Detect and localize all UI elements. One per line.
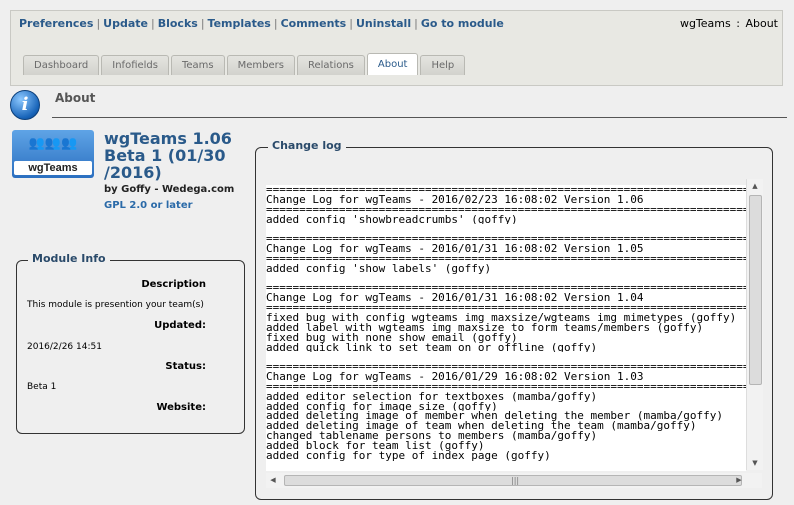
changelog-line: added config for type of index page (gof… [266,450,551,461]
status-value: Beta 1 [27,382,57,392]
website-label: Website: [156,402,206,413]
changelog-line: added config 'show labels' (goffy) [266,263,492,274]
changelog-textarea[interactable]: ========================================… [266,185,746,471]
changelog-line: added config 'showbreadcrumbs' (goffy) [266,214,518,225]
changelog-line: ========================================… [266,185,746,195]
scroll-left-icon[interactable]: ◀ [266,473,280,488]
changelog-line: fixed bug with config wgteams_img_maxsiz… [266,312,737,323]
changelog-line: ========================================… [266,234,746,245]
changelog-line [266,274,746,284]
changelog-line: ========================================… [266,381,746,392]
menu-link-blocks[interactable]: Blocks [158,17,198,30]
module-logo: 👥👥👥 wgTeams [12,130,94,178]
changelog-line [266,224,746,234]
module-license: GPL 2.0 or later [104,200,193,211]
link-separator: | [151,17,155,30]
changelog-line: added label with wgteams_img_maxsize to … [266,322,704,333]
changelog-line: changed tablename persons to members (ma… [266,431,598,441]
people-icon: 👥👥👥 [28,136,78,151]
status-label: Status: [165,361,206,372]
breadcrumb-separator: : [736,17,740,30]
module-author: by Goffy - Wedega.com [104,184,235,195]
description-label: Description [141,279,206,290]
changelog-legend: Change log [268,139,346,152]
menu-link-preferences[interactable]: Preferences [19,17,93,30]
admin-tabs: Dashboard Infofields Teams Members Relations… [23,53,467,77]
scroll-right-icon[interactable]: ▶ [732,473,746,488]
tab-dashboard[interactable]: Dashboard [23,55,100,75]
page-heading: i About [10,88,787,120]
scroll-down-icon[interactable]: ▼ [747,456,763,470]
breadcrumb: wgTeams : About [680,17,778,30]
changelog-line: ========================================… [266,283,746,294]
changelog-line: added editor selection for textboxes (ma… [266,391,598,402]
description-value: This module is presention your team(s) [27,300,204,310]
updated-value: 2016/2/26 14:51 [27,342,102,352]
horizontal-scroll-thumb[interactable]: ||| [284,475,742,486]
link-separator: | [96,17,101,30]
menu-link-go-to-module[interactable]: Go to module [421,17,504,30]
vertical-scroll-thumb[interactable] [749,195,762,385]
changelog-line: ========================================… [266,253,746,264]
scrollbar-corner [746,473,762,488]
module-title: wgTeams 1.06 Beta 1 (01/30 /2016) [104,129,232,182]
link-separator: | [273,17,278,30]
page-title: About [55,91,96,105]
menu-link-comments[interactable]: Comments [281,17,347,30]
vertical-scrollbar[interactable]: ▲ ▼ [746,179,763,470]
changelog-line: Change Log for wgTeams - 2016/02/23 16:0… [266,194,644,205]
changelog-line: added deleting image of member when dele… [266,411,723,422]
changelog-line [266,461,746,471]
menu-link-templates[interactable]: Templates [208,17,271,30]
tab-about[interactable]: About [366,53,419,75]
changelog-line: ========================================… [266,204,746,215]
updated-label: Updated: [154,320,206,331]
module-info-box: Module Info Description This module is p… [16,252,245,434]
changelog-line: ========================================… [266,362,746,373]
grip-icon: ||| [511,476,520,485]
tab-teams[interactable]: Teams [170,55,225,75]
changelog-line: Change Log for wgTeams - 2016/01/31 16:0… [266,244,644,254]
changelog-line: added quick link to set team on or offli… [266,342,598,353]
changelog-line [266,352,746,362]
breadcrumb-module: wgTeams [679,17,731,30]
changelog-line: Change Log for wgTeams - 2016/01/29 16:0… [266,372,644,382]
changelog-line: Change Log for wgTeams - 2016/01/31 16:0… [266,293,644,304]
tab-help[interactable]: Help [420,55,466,75]
tab-infofields[interactable]: Infofields [101,55,169,75]
menu-link-update[interactable]: Update [103,17,148,30]
tab-members[interactable]: Members [226,55,295,75]
changelog-line [266,470,746,471]
info-icon: i [10,90,40,120]
breadcrumb-page: About [745,17,778,30]
changelog-line: ========================================… [266,303,746,313]
horizontal-scrollbar[interactable]: ◀ ||| ▶ [266,473,746,488]
tab-relations[interactable]: Relations [296,55,365,75]
logo-text: wgTeams [14,161,92,175]
link-separator: | [200,17,205,30]
module-admin-header: Preferences | Update | Blocks | Templates | Comm… [10,10,783,86]
changelog-line: added deleting image of team when deleti… [266,421,697,432]
module-menu-links: Preferences | Update | Blocks | Templates | Comm… [19,17,504,30]
changelog-line: added config for image size (goffy) [266,401,498,412]
module-info-legend: Module Info [28,252,110,265]
changelog-line: added block for team list (goffy) [266,440,485,451]
scroll-up-icon[interactable]: ▲ [747,179,763,193]
changelog-line: fixed bug with none show email (goffy) [266,332,518,343]
heading-divider [52,117,787,118]
link-separator: | [349,17,353,30]
menu-link-uninstall[interactable]: Uninstall [356,17,411,30]
link-separator: | [414,17,418,30]
